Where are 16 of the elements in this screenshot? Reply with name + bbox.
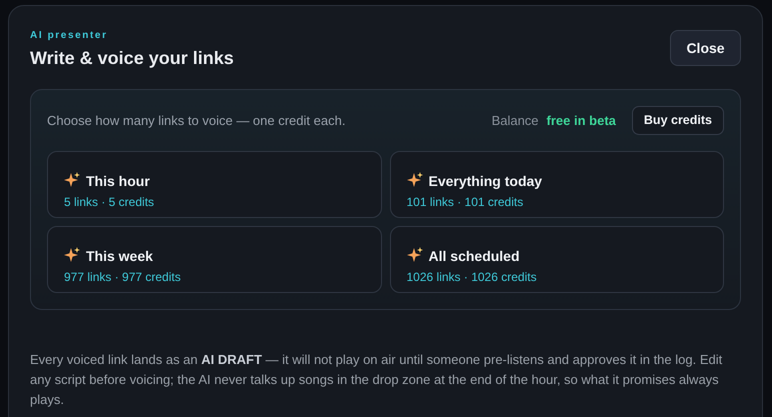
prompt-text: Choose how many links to voice — one credit each. [47, 112, 346, 130]
balance-label: Balance [492, 112, 539, 130]
eyebrow-label: AI presenter [30, 30, 109, 42]
buy-credits-button[interactable]: Buy credits [632, 106, 724, 135]
sparkle-icon [64, 247, 80, 264]
footnote-text: Every voiced link lands as an AI DRAFT — it will not play on air until someone pre-listens and approves it in the log. Edit any script before voicing; the AI never talks up songs in the drop zone at the end of the hour, so what it promises always plays. [30, 350, 724, 409]
balance-value: free in beta [546, 112, 616, 130]
range-option[interactable]: All scheduled 1026 links · 1026 credits [390, 226, 724, 293]
close-button[interactable]: Close [670, 30, 741, 66]
range-option[interactable]: This hour 5 links · 5 credits [47, 150, 382, 218]
dialog-title: Write & voice your links [30, 47, 234, 70]
sparkle-icon [406, 172, 422, 188]
sparkle-icon [64, 172, 80, 188]
range-option[interactable]: This week 977 links · 977 credits [47, 226, 382, 293]
range-option[interactable]: Everything today 101 links · 101 credits [390, 150, 724, 218]
sparkle-icon [406, 247, 422, 264]
